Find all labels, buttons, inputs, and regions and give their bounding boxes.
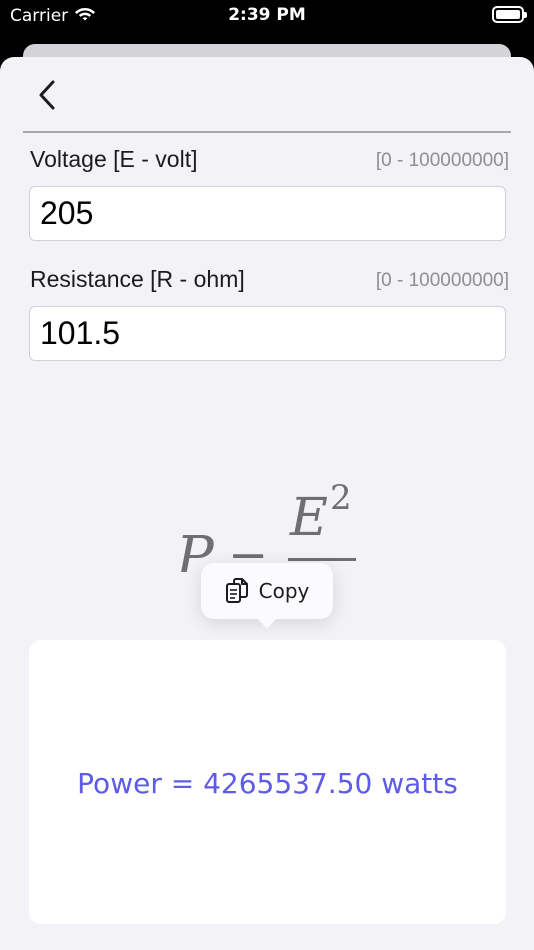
formula-fraction-bar [288,558,356,561]
copy-icon [225,578,248,603]
formula-voltage-symbol: E [289,488,328,548]
result-card[interactable]: Power = 4265537.50 watts [29,640,506,924]
resistance-label: Resistance [R - ohm] [30,266,245,292]
copy-menu-pointer [256,617,278,629]
battery-icon [492,6,527,23]
result-text[interactable]: Power = 4265537.50 watts [77,767,458,800]
copy-label: Copy [258,579,310,603]
resistance-range: [0 - 100000000] [375,270,509,291]
voltage-label: Voltage [E - volt] [30,146,198,172]
resistance-input[interactable] [29,306,506,361]
power-formula: P = E 2 R [175,478,356,572]
chevron-left-icon [39,80,55,110]
calculator-sheet: Voltage [E - volt] [0 - 100000000] Resis… [0,57,534,950]
header-divider [23,131,511,133]
formula-exponent: 2 [330,478,352,518]
battery-level [496,10,520,19]
status-time: 2:39 PM [228,5,306,25]
back-button[interactable] [30,75,64,115]
voltage-input[interactable] [29,186,506,241]
voltage-range: [0 - 100000000] [375,150,509,171]
copy-menu-item[interactable]: Copy [201,563,333,619]
status-bar: Carrier 2:39 PM [0,0,534,32]
